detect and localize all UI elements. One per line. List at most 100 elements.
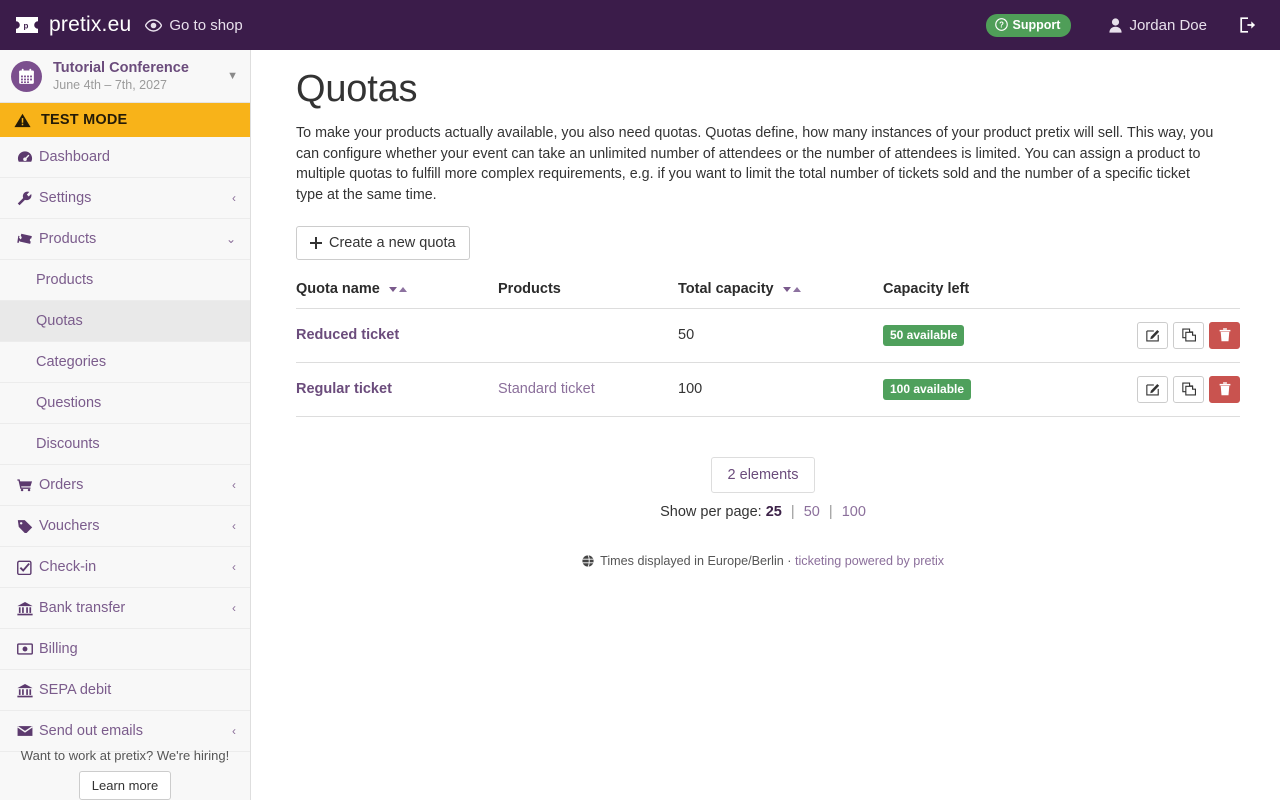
column-header-total-capacity[interactable]: Total capacity — [678, 280, 883, 309]
event-name: Tutorial Conference — [53, 59, 189, 76]
cell-products: Standard ticket — [498, 362, 678, 417]
brand-link[interactable]: p pretix.eu — [0, 0, 131, 50]
go-to-shop-link[interactable]: Go to shop — [131, 0, 256, 50]
cell-capacity-left: 50 available — [883, 308, 1115, 363]
pagination: 2 elements Show per page: 25 | 50 | 100 — [296, 456, 1230, 520]
wrench-icon — [17, 191, 39, 206]
per-page-option-50[interactable]: 50 — [804, 504, 820, 520]
delete-button[interactable] — [1209, 375, 1240, 403]
user-name-label: Jordan Doe — [1129, 16, 1207, 34]
eye-icon — [145, 18, 163, 32]
clone-button[interactable] — [1173, 375, 1204, 403]
support-button[interactable]: ? Support — [985, 13, 1072, 37]
hiring-banner: Want to work at pretix? We're hiring! Le… — [0, 732, 250, 800]
svg-text:?: ? — [999, 21, 1004, 30]
pretix-ticket-logo-icon: p — [14, 15, 40, 35]
money-bill-icon — [17, 643, 39, 655]
sidebar-item-dashboard[interactable]: Dashboard — [0, 137, 250, 178]
cell-products — [498, 308, 678, 363]
sidebar-nav: Dashboard Settings ‹ Products ⌄ Products… — [0, 137, 250, 752]
tag-icon — [17, 519, 39, 533]
sidebar-item-quotas[interactable]: Quotas — [0, 301, 250, 342]
per-page-option-25[interactable]: 25 — [766, 504, 782, 520]
question-circle-icon: ? — [994, 18, 1008, 31]
sort-arrows[interactable] — [782, 286, 801, 292]
sort-ascending-icon[interactable] — [792, 286, 801, 292]
sidebar-item-arrow: ‹ — [232, 601, 236, 615]
product-link[interactable]: Standard ticket — [498, 381, 595, 397]
sidebar-item-vouchers[interactable]: Vouchers ‹ — [0, 506, 250, 547]
cell-total-capacity: 50 — [678, 308, 883, 363]
table-row: Regular ticket Standard ticket 100 100 a… — [296, 362, 1240, 417]
create-new-quota-label: Create a new quota — [329, 234, 456, 251]
row-actions — [1115, 321, 1240, 349]
clone-button[interactable] — [1173, 321, 1204, 349]
sidebar-item-label: Settings — [39, 190, 92, 206]
per-page-separator: | — [828, 503, 833, 520]
sidebar-item-settings[interactable]: Settings ‹ — [0, 178, 250, 219]
sidebar-item-checkin[interactable]: Check-in ‹ — [0, 547, 250, 588]
chevron-down-icon: ▼ — [227, 70, 238, 82]
sort-descending-icon[interactable] — [388, 286, 397, 292]
test-mode-banner: TEST MODE — [0, 103, 250, 137]
sidebar-item-products[interactable]: Products — [0, 260, 250, 301]
sidebar-item-billing[interactable]: Billing — [0, 629, 250, 670]
main-content: Quotas To make your products actually av… — [251, 50, 1280, 800]
sidebar-item-label: Check-in — [39, 559, 97, 575]
user-menu-link[interactable]: Jordan Doe — [1093, 0, 1223, 50]
per-page-label: Show per page: — [660, 503, 762, 520]
quotas-table: Quota name Products Total capacity Capac… — [296, 280, 1240, 417]
copy-icon — [1181, 382, 1196, 396]
column-header-quota-name[interactable]: Quota name — [296, 280, 498, 309]
sidebar: Tutorial Conference June 4th – 7th, 2027… — [0, 50, 251, 800]
sidebar-item-label: SEPA debit — [39, 682, 112, 698]
edit-button[interactable] — [1137, 321, 1168, 349]
sidebar-item-label: Dashboard — [39, 149, 110, 165]
quota-name-link[interactable]: Reduced ticket — [296, 327, 399, 343]
quota-name-link[interactable]: Regular ticket — [296, 381, 392, 397]
footer-note: Times displayed in Europe/Berlin · ticke… — [296, 554, 1230, 568]
chevron-down-icon: ⌄ — [225, 232, 236, 246]
status-badge: 100 available — [883, 378, 972, 400]
sort-arrows[interactable] — [388, 286, 407, 292]
sort-descending-icon[interactable] — [782, 286, 791, 292]
sidebar-item-sepa-debit[interactable]: SEPA debit — [0, 670, 250, 711]
sidebar-item-questions[interactable]: Questions — [0, 383, 250, 424]
element-count-badge: 2 elements — [710, 456, 816, 493]
page-title: Quotas — [296, 68, 418, 110]
globe-icon — [582, 554, 594, 567]
event-selector[interactable]: Tutorial Conference June 4th – 7th, 2027… — [0, 50, 250, 103]
trash-icon — [1219, 382, 1231, 396]
sidebar-item-discounts[interactable]: Discounts — [0, 424, 250, 465]
sort-ascending-icon[interactable] — [398, 286, 407, 292]
per-page-option-100[interactable]: 100 — [842, 504, 866, 520]
bank-icon — [17, 683, 39, 698]
delete-button[interactable] — [1209, 321, 1240, 349]
edit-button[interactable] — [1137, 375, 1168, 403]
sidebar-item-orders[interactable]: Orders ‹ — [0, 465, 250, 506]
tachometer-icon — [17, 150, 39, 164]
svg-text:p: p — [24, 22, 29, 31]
check-square-icon — [17, 560, 39, 575]
cell-quota-name: Reduced ticket — [296, 308, 498, 363]
sidebar-item-products-group[interactable]: Products ⌄ — [0, 219, 250, 260]
column-header-products: Products — [498, 280, 678, 309]
navbar-right-group: ? Support Jordan Doe — [985, 0, 1280, 50]
trash-icon — [1219, 328, 1231, 342]
hiring-learn-more-button[interactable]: Learn more — [78, 771, 172, 800]
sidebar-item-label: Quotas — [36, 313, 83, 329]
sidebar-item-categories[interactable]: Categories — [0, 342, 250, 383]
user-icon — [1109, 17, 1123, 33]
per-page-separator: | — [790, 503, 795, 520]
plus-icon — [310, 236, 322, 249]
table-header-row: Quota name Products Total capacity Capac… — [296, 280, 1240, 309]
go-to-shop-label: Go to shop — [169, 16, 243, 34]
create-new-quota-button[interactable]: Create a new quota — [296, 225, 470, 260]
logout-button[interactable] — [1223, 0, 1266, 50]
column-header-label: Total capacity — [678, 280, 774, 297]
sidebar-item-bank-transfer[interactable]: Bank transfer ‹ — [0, 588, 250, 629]
sidebar-item-label: Discounts — [36, 436, 100, 452]
powered-by-link[interactable]: ticketing powered by pretix — [795, 554, 944, 568]
sidebar-item-label: Products — [36, 272, 94, 288]
column-header-actions — [1115, 280, 1240, 309]
